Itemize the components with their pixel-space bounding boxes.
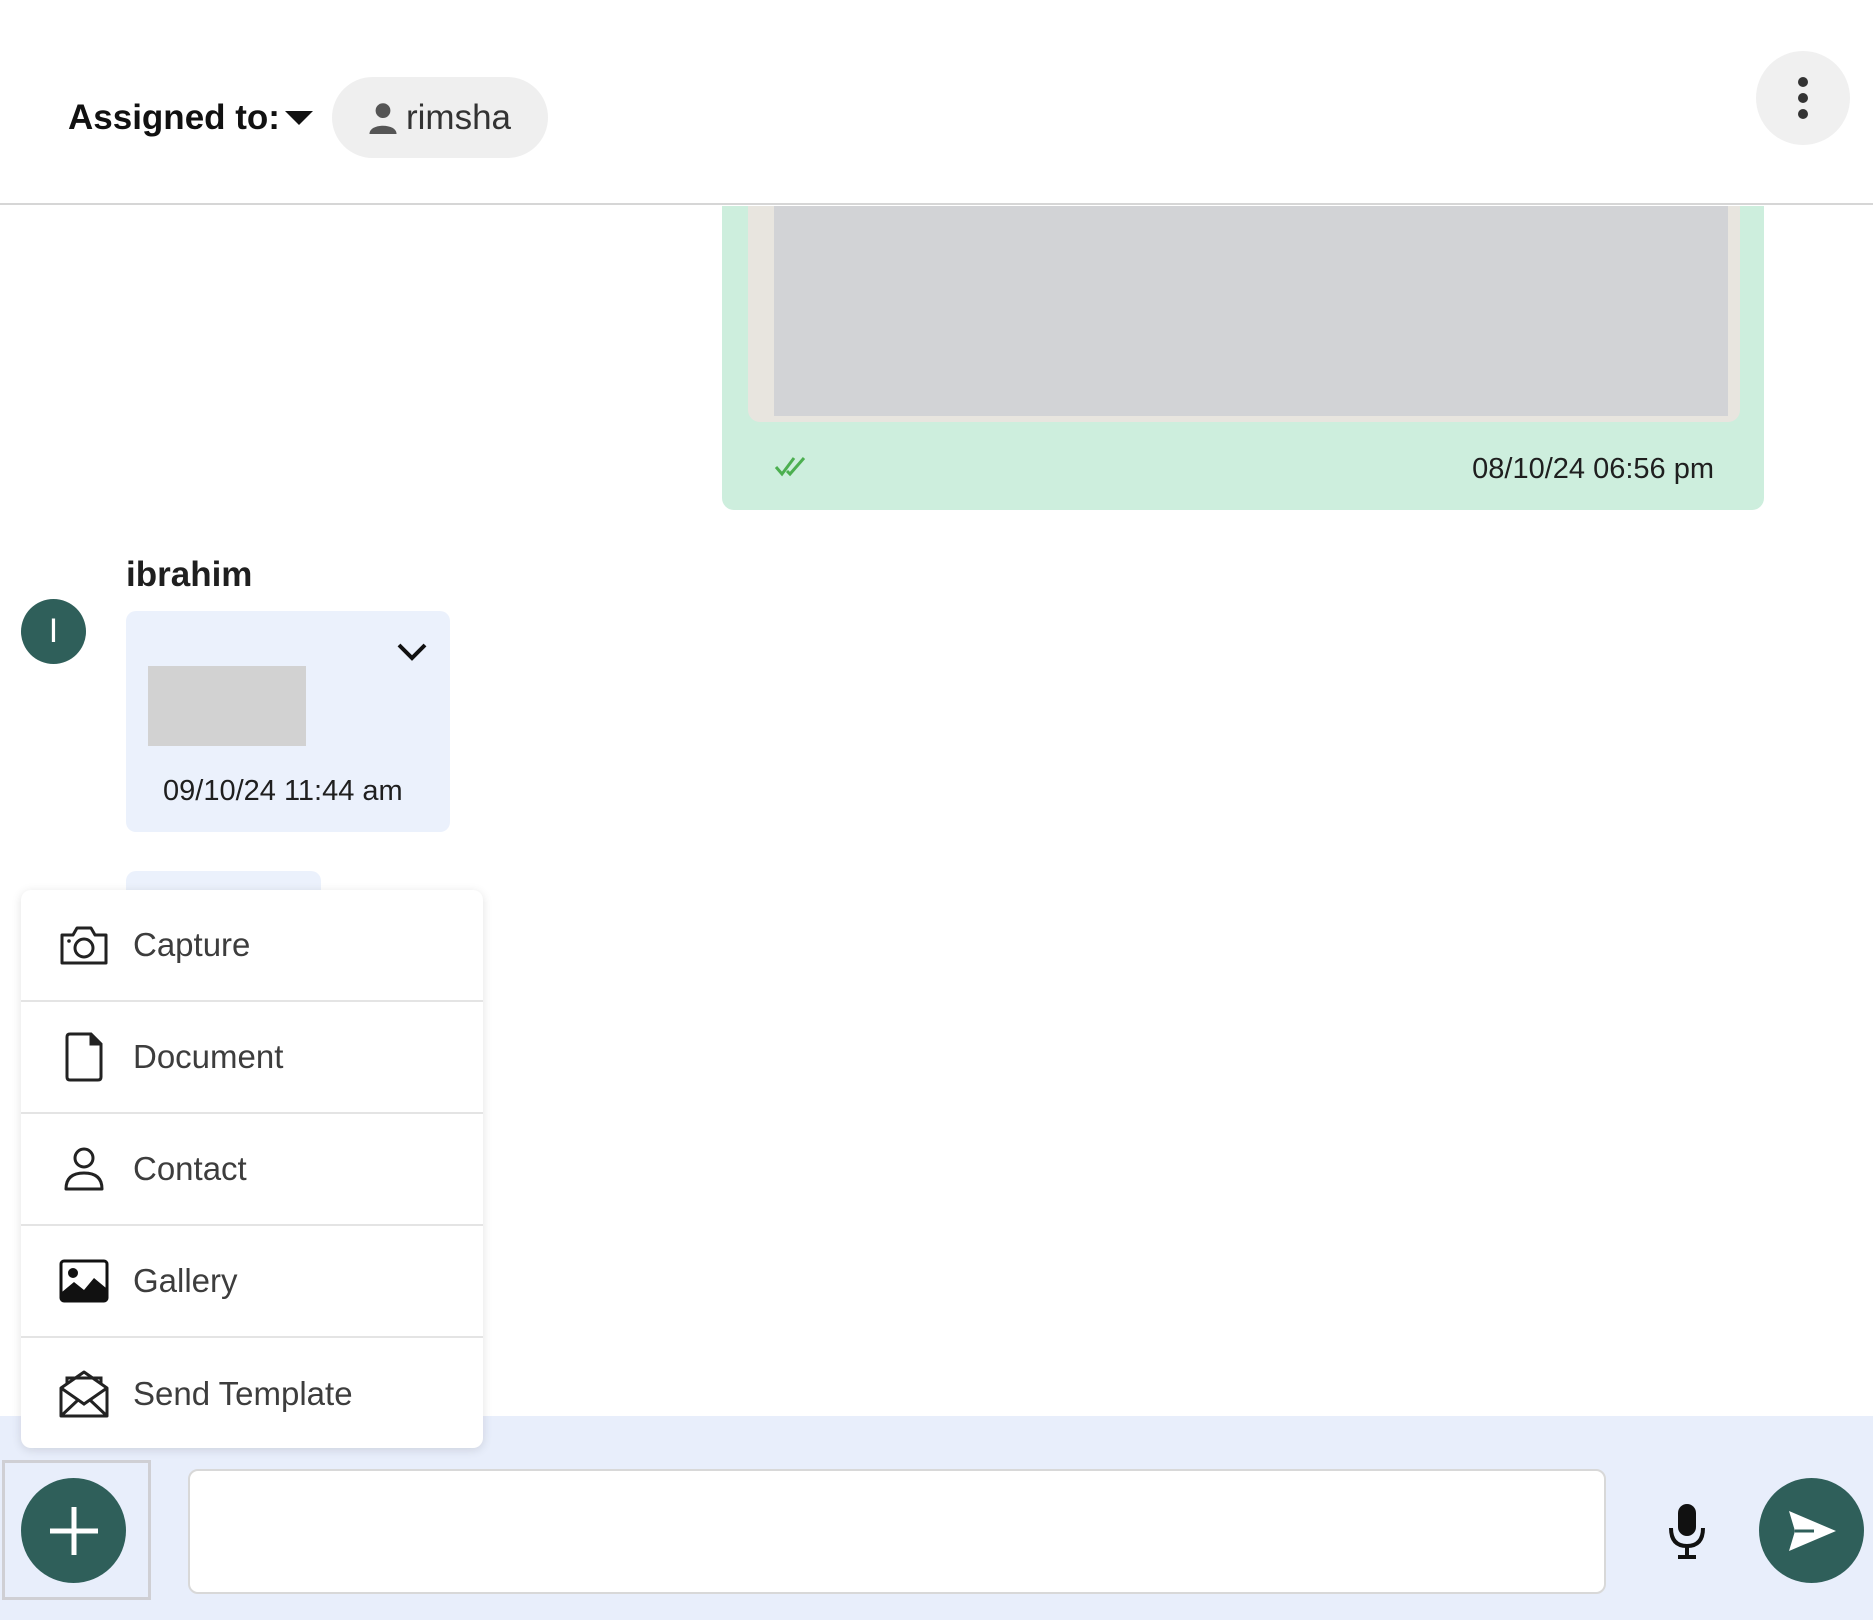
menu-item-send-template[interactable]: Send Template [21, 1338, 483, 1448]
assigned-to-label: Assigned to: [68, 98, 280, 137]
camera-icon [57, 918, 111, 972]
attach-button[interactable] [21, 1478, 126, 1583]
caret-down-icon[interactable] [285, 111, 313, 125]
menu-item-contact[interactable]: Contact [21, 1114, 483, 1226]
person-icon [57, 1142, 111, 1196]
image-icon [57, 1254, 111, 1308]
sender-name: ibrahim [126, 555, 253, 594]
message-input[interactable] [188, 1469, 1606, 1594]
double-check-icon [774, 457, 806, 477]
microphone-icon [1669, 1504, 1705, 1559]
more-vertical-icon [1798, 77, 1808, 119]
menu-item-label: Send Template [133, 1375, 353, 1412]
assignee-name: rimsha [406, 97, 512, 137]
menu-item-document[interactable]: Document [21, 1002, 483, 1114]
more-options-button[interactable] [1756, 51, 1850, 145]
menu-item-gallery[interactable]: Gallery [21, 1226, 483, 1338]
chat-header: Assigned to: rimsha [0, 0, 1873, 205]
assignee-chip[interactable]: rimsha [332, 77, 548, 158]
incoming-message-bubble[interactable]: 09/10/24 11:44 am [126, 611, 450, 832]
document-icon [57, 1030, 111, 1084]
outgoing-message-bubble[interactable]: 08/10/24 06:56 pm [722, 206, 1764, 510]
send-button[interactable] [1759, 1478, 1864, 1583]
chevron-down-icon[interactable] [396, 641, 428, 663]
incoming-media-placeholder[interactable] [148, 666, 306, 746]
outgoing-media-frame [748, 206, 1740, 422]
envelope-open-icon [57, 1367, 111, 1421]
plus-icon [49, 1506, 98, 1555]
send-icon [1788, 1510, 1836, 1551]
menu-item-label: Capture [133, 926, 251, 963]
menu-item-label: Contact [133, 1150, 247, 1187]
person-icon [369, 102, 397, 134]
incoming-timestamp: 09/10/24 11:44 am [163, 775, 403, 807]
attachment-menu: Capture Document Contact Gallery Send Te… [21, 890, 483, 1448]
menu-item-capture[interactable]: Capture [21, 890, 483, 1002]
mic-button[interactable] [1662, 1500, 1712, 1562]
outgoing-media-placeholder[interactable] [774, 206, 1728, 416]
menu-item-label: Gallery [133, 1262, 238, 1299]
avatar: I [21, 599, 86, 664]
menu-item-label: Document [133, 1038, 284, 1075]
outgoing-timestamp: 08/10/24 06:56 pm [1472, 453, 1714, 485]
